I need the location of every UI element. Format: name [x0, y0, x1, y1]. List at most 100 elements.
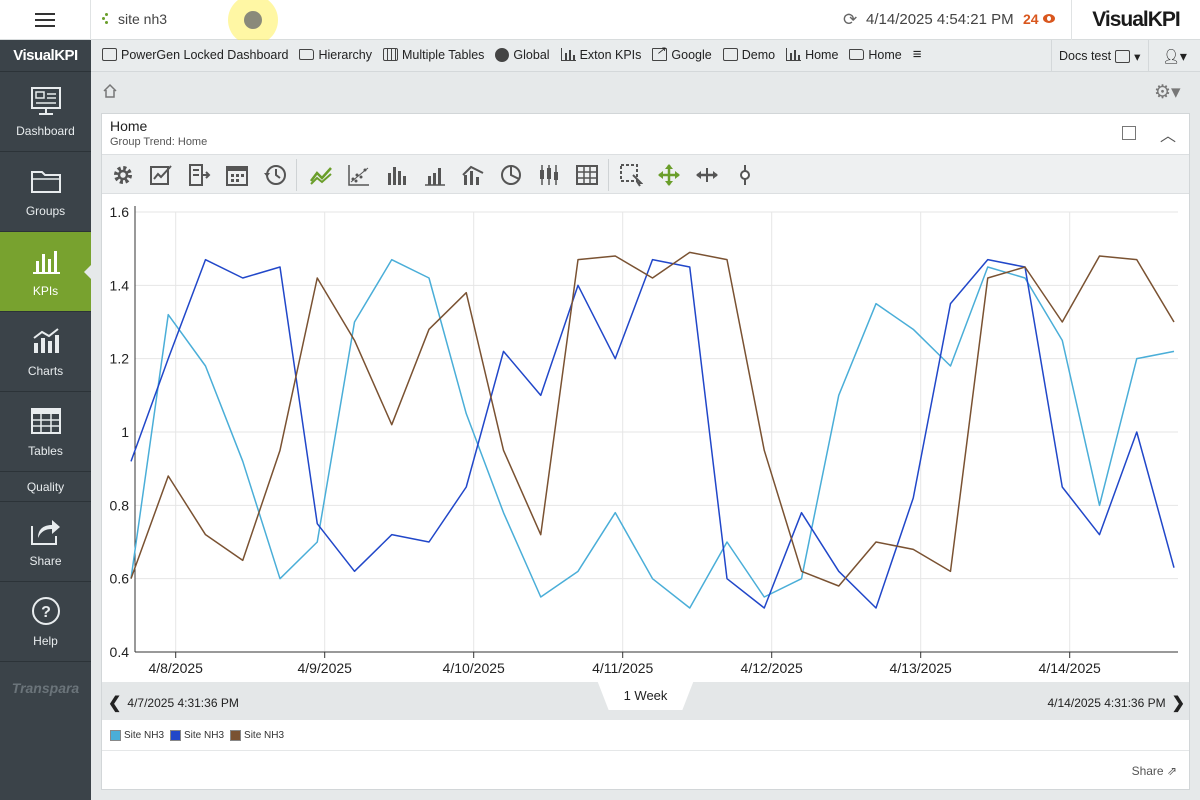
- nav-link-exton-kpis[interactable]: Exton KPIs: [560, 46, 642, 63]
- range-start: ❮ 4/7/2025 4:31:36 PM: [108, 693, 239, 713]
- nav-link-home-group[interactable]: Home: [849, 46, 902, 63]
- docs-dropdown-button[interactable]: Docs test ▾: [1051, 40, 1148, 72]
- home-icon[interactable]: [102, 83, 118, 99]
- trend-chart-svg: 0.4 0.6 0.8 1 1.2 1.4 1.6 4/8/2025 4/9/2025 4/10/…: [110, 204, 1178, 676]
- candlestick-chart-icon[interactable]: [536, 162, 562, 188]
- sidebar-item-label: Groups: [25, 203, 66, 218]
- sidebar-item-label: Share: [29, 553, 62, 568]
- panel-subtitle: Group Trend: Home: [110, 136, 208, 148]
- dashboard-icon: [30, 86, 61, 115]
- breadcrumb: ⚙▾: [91, 72, 1200, 112]
- site-selector[interactable]: site nh3: [102, 11, 167, 27]
- range-duration-tab[interactable]: 1 Week: [597, 680, 694, 710]
- legend-label: Site NH3: [184, 730, 225, 741]
- user-menu-button[interactable]: 👤︎ ▾: [1148, 40, 1200, 72]
- pan-move-icon[interactable]: [656, 162, 682, 188]
- nav-link-global[interactable]: Global: [495, 46, 550, 63]
- refresh-icon[interactable]: ⟳: [843, 10, 857, 30]
- folder-icon: [30, 170, 61, 193]
- nav-link-demo[interactable]: Demo: [722, 46, 776, 63]
- share-link[interactable]: Share ⇗: [1132, 764, 1177, 778]
- pie-chart-icon[interactable]: [498, 162, 524, 188]
- hamburger-menu-button[interactable]: [0, 0, 91, 40]
- sidebar-item-share[interactable]: Share: [0, 502, 91, 582]
- time-range-bar: ❮ 4/7/2025 4:31:36 PM 1 Week 4/14/2025 4…: [102, 680, 1189, 720]
- line-chart-icon[interactable]: [308, 162, 334, 188]
- x-tick-label: 4/8/2025: [148, 660, 203, 676]
- alert-count[interactable]: 24: [1023, 11, 1039, 27]
- favorites-bar: PowerGen Locked Dashboard Hierarchy Mult…: [91, 40, 1200, 72]
- expand-icon[interactable]: [1122, 126, 1136, 140]
- sidebar-logo: VisualKPI: [0, 40, 91, 72]
- horizontal-pan-icon[interactable]: [694, 162, 720, 188]
- y-tick-label: 1: [121, 424, 129, 440]
- legend-item[interactable]: Site NH3: [230, 730, 284, 741]
- zoom-select-icon[interactable]: [618, 162, 644, 188]
- nav-link-powergen-dashboard[interactable]: PowerGen Locked Dashboard: [102, 46, 288, 63]
- sidebar-item-dashboard[interactable]: Dashboard: [0, 72, 91, 152]
- eye-icon[interactable]: [1043, 14, 1055, 23]
- settings-gear-icon[interactable]: ⚙▾: [1154, 81, 1181, 104]
- legend-item[interactable]: Site NH3: [110, 730, 164, 741]
- nav-link-label: Multiple Tables: [401, 47, 485, 62]
- nav-link-multiple-tables[interactable]: Multiple Tables: [382, 46, 485, 63]
- sidebar-item-label: Help: [33, 633, 58, 648]
- panel-title: Home: [110, 118, 148, 134]
- scatter-chart-icon[interactable]: [346, 162, 372, 188]
- sort-list-icon[interactable]: ≡: [913, 46, 922, 63]
- trend-chart[interactable]: 0.4 0.6 0.8 1 1.2 1.4 1.6 4/8/2025 4/9/2025 4/10/…: [102, 194, 1189, 682]
- sidebar-item-kpis[interactable]: KPIs: [0, 232, 92, 312]
- sidebar-item-groups[interactable]: Groups: [0, 152, 91, 232]
- nav-link-google[interactable]: Google: [652, 44, 712, 63]
- x-tick-label: 4/9/2025: [297, 660, 352, 676]
- range-duration-label: 1 Week: [623, 687, 668, 703]
- calendar-icon[interactable]: [224, 162, 250, 188]
- range-end: 4/14/2025 4:31:36 PM ❯: [1048, 693, 1186, 713]
- sidebar-item-charts[interactable]: Charts: [0, 312, 91, 392]
- export-icon[interactable]: [186, 162, 212, 188]
- table-icon: [30, 407, 61, 434]
- nav-link-label: Hierarchy: [318, 47, 372, 62]
- legend-item[interactable]: Site NH3: [170, 730, 224, 741]
- folder-icon: [299, 49, 315, 60]
- dashboard-icon: [102, 48, 117, 61]
- chevron-right-icon[interactable]: ❯: [1172, 693, 1185, 713]
- nav-link-hierarchy[interactable]: Hierarchy: [299, 46, 372, 63]
- bar-chart-icon[interactable]: [384, 162, 410, 188]
- series-line-3: [130, 251, 1175, 587]
- sidebar-item-help[interactable]: ? Help: [0, 582, 91, 662]
- nav-link-home-kpi[interactable]: Home: [786, 46, 838, 63]
- y-tick-label: 1.4: [110, 277, 130, 293]
- nav-link-label: Demo: [741, 47, 776, 62]
- edit-chart-icon[interactable]: [148, 162, 174, 188]
- combo-chart-icon[interactable]: [460, 162, 486, 188]
- column-chart-icon[interactable]: [422, 162, 448, 188]
- site-icon: [102, 13, 112, 25]
- settings-gear-icon[interactable]: [110, 162, 136, 188]
- svg-text:?: ?: [41, 604, 51, 621]
- current-datetime: 4/14/2025 4:54:21 PM: [866, 11, 1014, 28]
- site-label: site nh3: [118, 11, 168, 27]
- legend-label: Site NH3: [244, 730, 285, 741]
- sidebar-item-quality[interactable]: Quality: [0, 472, 91, 502]
- x-tick-label: 4/14/2025: [1039, 660, 1101, 676]
- data-table-icon[interactable]: [574, 162, 600, 188]
- chevron-down-icon: ▾: [1134, 49, 1141, 64]
- x-tick-label: 4/10/2025: [443, 660, 505, 676]
- cursor-marker-icon[interactable]: [732, 162, 758, 188]
- trend-panel: Home Group Trend: Home ︿ 0.4 0.6 0.8 1 1.2 1.…: [101, 113, 1190, 790]
- nav-link-label: Exton KPIs: [579, 47, 642, 62]
- series-line-1: [130, 258, 1175, 609]
- x-tick-label: 4/13/2025: [890, 660, 952, 676]
- bar-chart-icon: [560, 48, 576, 61]
- chevron-up-icon[interactable]: ︿: [1160, 122, 1176, 146]
- chevron-left-icon[interactable]: ❮: [108, 693, 121, 713]
- legend-swatch: [230, 730, 242, 741]
- bar-chart-icon: [32, 250, 60, 274]
- toolbar-divider: [608, 159, 609, 191]
- chart-toolbar: [102, 154, 1189, 194]
- history-icon[interactable]: [262, 162, 288, 188]
- external-link-icon: [652, 44, 668, 61]
- sidebar-item-tables[interactable]: Tables: [0, 392, 91, 472]
- share-icon: [30, 519, 60, 545]
